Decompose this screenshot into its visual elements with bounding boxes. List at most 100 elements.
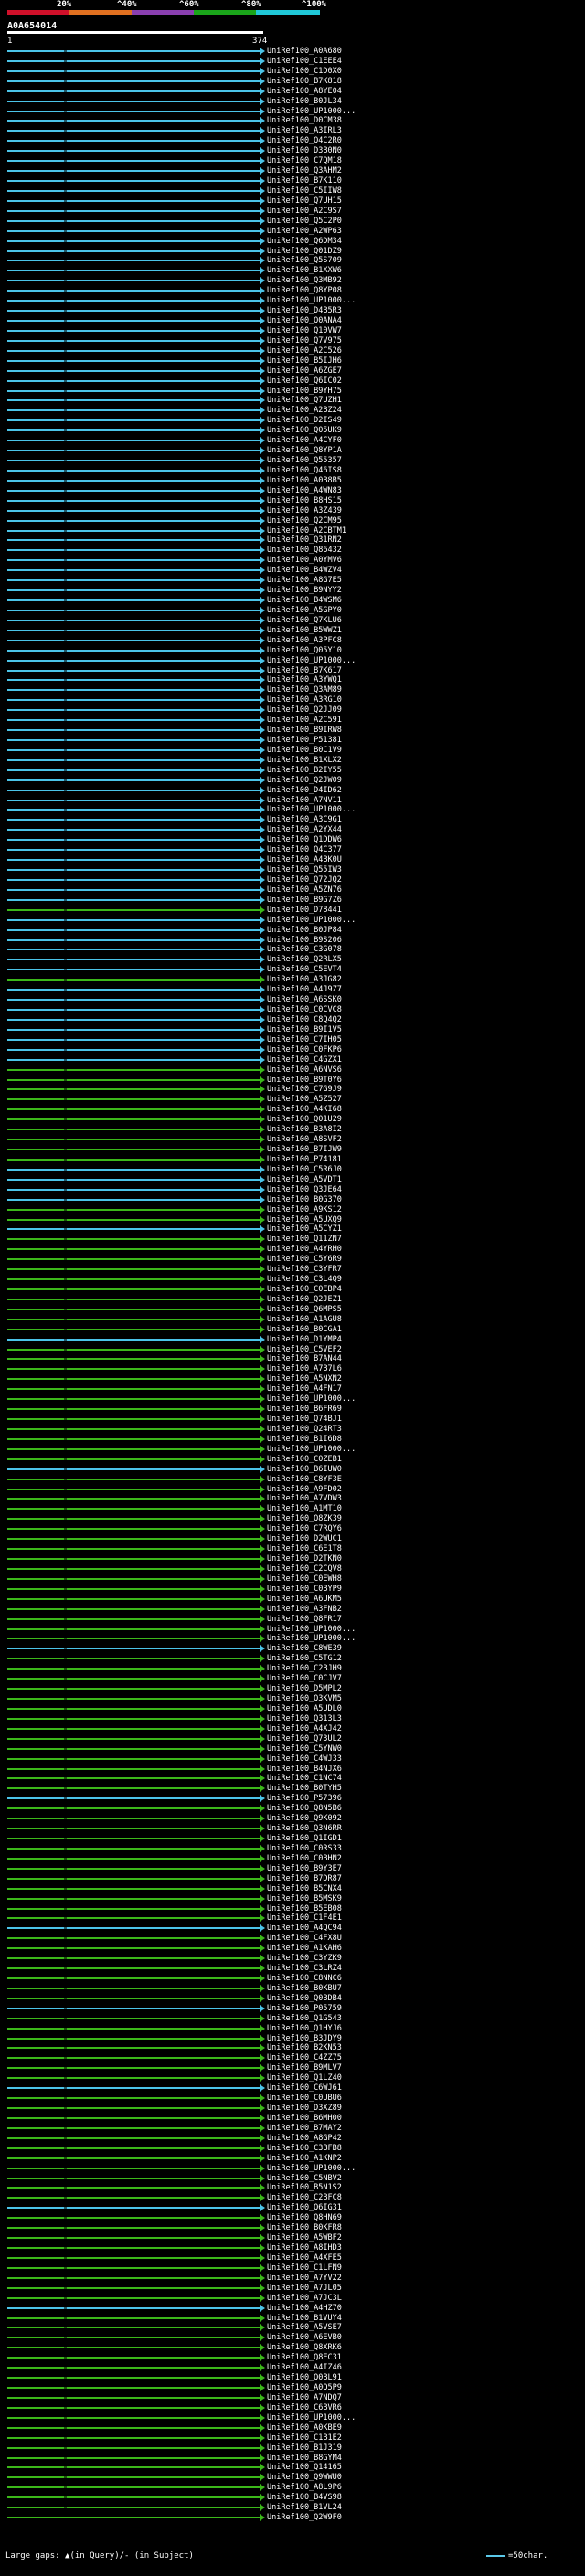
- hit-row[interactable]: UniRef100_A5ZN76: [0, 885, 585, 895]
- hit-label[interactable]: UniRef100_A2WP63: [267, 227, 342, 236]
- hit-row[interactable]: UniRef100_A4QC94: [0, 1924, 585, 1933]
- hit-label[interactable]: UniRef100_B6FR69: [267, 1405, 342, 1414]
- hit-row[interactable]: UniRef100_Q73UL2: [0, 1734, 585, 1744]
- hit-row[interactable]: UniRef100_Q2JEZ1: [0, 1295, 585, 1304]
- hit-label[interactable]: UniRef100_B6MH00: [267, 2114, 342, 2123]
- hit-label[interactable]: UniRef100_B4WSM6: [267, 596, 342, 605]
- hit-label[interactable]: UniRef100_A3YWQ1: [267, 675, 342, 684]
- hit-label[interactable]: UniRef100_A8L9P6: [267, 2483, 342, 2492]
- hit-label[interactable]: UniRef100_A0YMV6: [267, 556, 342, 565]
- hit-label[interactable]: UniRef100_A3FNB2: [267, 1605, 342, 1614]
- hit-label[interactable]: UniRef100_D2TKN0: [267, 1554, 342, 1564]
- hit-label[interactable]: UniRef100_C2CQV8: [267, 1564, 342, 1574]
- hit-label[interactable]: UniRef100_C3G078: [267, 945, 342, 954]
- hit-label[interactable]: UniRef100_Q1IGD1: [267, 1834, 342, 1843]
- hit-row[interactable]: UniRef100_Q4C377: [0, 845, 585, 854]
- hit-row[interactable]: UniRef100_A3Z439: [0, 506, 585, 515]
- hit-label[interactable]: UniRef100_Q6DM34: [267, 237, 342, 246]
- hit-label[interactable]: UniRef100_Q86432: [267, 546, 342, 555]
- hit-row[interactable]: UniRef100_B5EB08: [0, 1904, 585, 1913]
- hit-row[interactable]: UniRef100_B0KFR8: [0, 2223, 585, 2232]
- hit-label[interactable]: UniRef100_Q3AM89: [267, 685, 342, 694]
- hit-label[interactable]: UniRef100_C2BJH9: [267, 1664, 342, 1673]
- hit-row[interactable]: UniRef100_P51381: [0, 736, 585, 745]
- hit-label[interactable]: UniRef100_Q14165: [267, 2463, 342, 2472]
- hit-row[interactable]: UniRef100_C4FX8U: [0, 1934, 585, 1943]
- hit-label[interactable]: UniRef100_Q1G543: [267, 2014, 342, 2023]
- hit-row[interactable]: UniRef100_B9S206: [0, 936, 585, 945]
- hit-row[interactable]: UniRef100_UP1000...: [0, 1445, 585, 1454]
- hit-row[interactable]: UniRef100_Q8YP1A: [0, 446, 585, 455]
- hit-label[interactable]: UniRef100_Q6MPS5: [267, 1305, 342, 1314]
- hit-label[interactable]: UniRef100_C8Q4Q2: [267, 1015, 342, 1024]
- hit-row[interactable]: UniRef100_C5YNW0: [0, 1744, 585, 1754]
- hit-row[interactable]: UniRef100_Q1G543: [0, 2014, 585, 2023]
- hit-label[interactable]: UniRef100_A5NXN2: [267, 1374, 342, 1383]
- hit-label[interactable]: UniRef100_A4CYF0: [267, 436, 342, 445]
- hit-row[interactable]: UniRef100_C1NC74: [0, 1774, 585, 1783]
- hit-label[interactable]: UniRef100_B8GYM4: [267, 2454, 342, 2463]
- hit-label[interactable]: UniRef100_A5UXQ9: [267, 1215, 342, 1224]
- hit-row[interactable]: UniRef100_A8YE04: [0, 87, 585, 96]
- hit-label[interactable]: UniRef100_C7QM18: [267, 156, 342, 165]
- hit-label[interactable]: UniRef100_B0JP84: [267, 926, 342, 935]
- hit-row[interactable]: UniRef100_Q2W9F0: [0, 2513, 585, 2522]
- hit-label[interactable]: UniRef100_A3C9G1: [267, 815, 342, 824]
- hit-label[interactable]: UniRef100_Q9K092: [267, 1814, 342, 1823]
- hit-label[interactable]: UniRef100_Q8FR17: [267, 1615, 342, 1624]
- hit-label[interactable]: UniRef100_A7NV11: [267, 796, 342, 805]
- hit-label[interactable]: UniRef100_A4KI68: [267, 1105, 342, 1114]
- hit-label[interactable]: UniRef100_C4FX8U: [267, 1934, 342, 1943]
- hit-row[interactable]: UniRef100_A8G7E5: [0, 576, 585, 585]
- hit-label[interactable]: UniRef100_Q1HYJ6: [267, 2024, 342, 2033]
- hit-row[interactable]: UniRef100_Q9WWU0: [0, 2473, 585, 2482]
- hit-label[interactable]: UniRef100_UP1000...: [267, 107, 356, 116]
- hit-row[interactable]: UniRef100_Q8YP08: [0, 286, 585, 295]
- hit-label[interactable]: UniRef100_Q4C377: [267, 845, 342, 854]
- hit-label[interactable]: UniRef100_Q0BL91: [267, 2373, 342, 2382]
- hit-row[interactable]: UniRef100_B9G7Z6: [0, 896, 585, 905]
- hit-row[interactable]: UniRef100_C2BFC8: [0, 2193, 585, 2202]
- hit-label[interactable]: UniRef100_A1KAH6: [267, 1944, 342, 1953]
- hit-row[interactable]: UniRef100_Q11ZN7: [0, 1235, 585, 1244]
- hit-label[interactable]: UniRef100_C1D0X0: [267, 67, 342, 76]
- hit-row[interactable]: UniRef100_B7MAY2: [0, 2124, 585, 2133]
- hit-label[interactable]: UniRef100_C5R6J0: [267, 1165, 342, 1174]
- hit-row[interactable]: UniRef100_A2YX44: [0, 825, 585, 834]
- hit-row[interactable]: UniRef100_B7K617: [0, 666, 585, 675]
- hit-row[interactable]: UniRef100_B3A8I2: [0, 1125, 585, 1134]
- hit-row[interactable]: UniRef100_Q2CM95: [0, 516, 585, 525]
- hit-row[interactable]: UniRef100_Q7UH15: [0, 196, 585, 206]
- hit-row[interactable]: UniRef100_A9FD02: [0, 1485, 585, 1494]
- hit-row[interactable]: UniRef100_C1D0X0: [0, 67, 585, 76]
- hit-row[interactable]: UniRef100_D2IS49: [0, 416, 585, 425]
- hit-row[interactable]: UniRef100_C5IIW8: [0, 186, 585, 196]
- hit-row[interactable]: UniRef100_Q0ANA4: [0, 316, 585, 325]
- hit-row[interactable]: UniRef100_Q4C2R0: [0, 136, 585, 145]
- hit-row[interactable]: UniRef100_B9MLV7: [0, 2063, 585, 2072]
- hit-label[interactable]: UniRef100_UP1000...: [267, 1625, 356, 1634]
- hit-label[interactable]: UniRef100_A6NVS6: [267, 1065, 342, 1075]
- hit-row[interactable]: UniRef100_B4VS98: [0, 2493, 585, 2502]
- hit-label[interactable]: UniRef100_C6WJ61: [267, 2083, 342, 2093]
- hit-row[interactable]: UniRef100_B6FR69: [0, 1405, 585, 1414]
- hit-row[interactable]: UniRef100_C3YZK9: [0, 1954, 585, 1963]
- hit-row[interactable]: UniRef100_Q1DDW6: [0, 835, 585, 844]
- hit-label[interactable]: UniRef100_B5CNX4: [267, 1884, 342, 1893]
- hit-label[interactable]: UniRef100_Q24RT3: [267, 1425, 342, 1434]
- hit-label[interactable]: UniRef100_D2IS49: [267, 416, 342, 425]
- hit-label[interactable]: UniRef100_D2WUC1: [267, 1534, 342, 1543]
- hit-label[interactable]: UniRef100_UP1000...: [267, 1394, 356, 1404]
- hit-label[interactable]: UniRef100_Q72JQ2: [267, 875, 342, 885]
- hit-row[interactable]: UniRef100_Q2JJ09: [0, 705, 585, 715]
- hit-label[interactable]: UniRef100_D0CM38: [267, 116, 342, 125]
- hit-label[interactable]: UniRef100_C0BHN2: [267, 1854, 342, 1863]
- hit-label[interactable]: UniRef100_C3BFB8: [267, 2144, 342, 2153]
- hit-row[interactable]: UniRef100_C3YFR7: [0, 1265, 585, 1274]
- hit-row[interactable]: UniRef100_Q5S709: [0, 256, 585, 265]
- hit-label[interactable]: UniRef100_B3JDY9: [267, 2034, 342, 2043]
- hit-label[interactable]: UniRef100_UP1000...: [267, 2164, 356, 2173]
- hit-label[interactable]: UniRef100_D1YMP4: [267, 1335, 342, 1344]
- hit-label[interactable]: UniRef100_UP1000...: [267, 805, 356, 814]
- hit-label[interactable]: UniRef100_Q6IG31: [267, 2203, 342, 2212]
